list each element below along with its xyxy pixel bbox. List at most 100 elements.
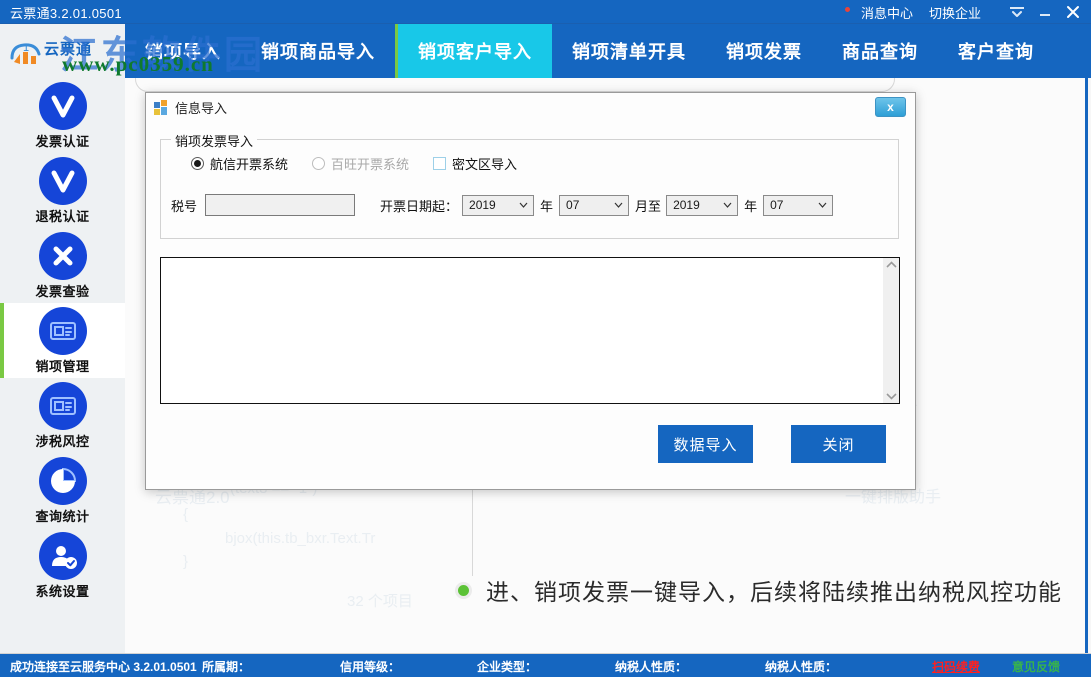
scroll-down-icon — [886, 392, 897, 400]
promo-text: 进、销项发票一键导入，后续将陆续推出纳税风控功能 — [486, 573, 1062, 607]
end-month-value: 07 — [764, 198, 783, 212]
ghost-text: { — [183, 506, 188, 523]
renew-link[interactable]: 扫码续费 — [932, 658, 980, 675]
v-badge-icon — [39, 82, 87, 130]
start-year-select[interactable]: 2019 — [462, 195, 534, 216]
content-panel-outline — [135, 78, 895, 92]
month-to-label: 月至 — [635, 196, 661, 215]
sidebar-item-涉税风控[interactable]: 涉税风控 — [0, 378, 125, 453]
logo-mark-icon: 1 — [6, 32, 46, 72]
group-legend: 销项发票导入 — [171, 131, 257, 150]
top-navigation: 销项导入 销项商品导入 销项客户导入 销项清单开具 销项发票 商品查询 客户查询 — [125, 24, 1091, 78]
sidebar-item-发票认证[interactable]: 发票认证 — [0, 78, 125, 153]
ghost-text: bjox(this.tb_bxr.Text.Tr — [225, 530, 375, 547]
scroll-up-icon — [886, 261, 897, 269]
minimize-icon[interactable] — [1031, 0, 1059, 24]
start-year-value: 2019 — [463, 198, 496, 212]
sidebar-item-发票查验[interactable]: 发票查验 — [0, 228, 125, 303]
chevron-down-icon — [818, 202, 827, 208]
sidebar-item-label: 退税认证 — [35, 206, 89, 225]
switch-company-link[interactable]: 切换企业 — [921, 3, 989, 22]
pie-chart-icon — [39, 457, 87, 505]
status-period-label: 所属期： — [202, 658, 250, 675]
import-source-options: 航信开票系统 百旺开票系统 密文区导入 — [191, 154, 517, 173]
tab-销项商品导入[interactable]: 销项商品导入 — [241, 24, 395, 78]
x-badge-icon — [39, 232, 87, 280]
tab-商品查询[interactable]: 商品查询 — [822, 24, 938, 78]
sidebar-item-label: 查询统计 — [35, 506, 89, 525]
message-center-link[interactable]: 消息中心 — [853, 3, 921, 22]
left-sidebar: 1 云票通 发票认证 退税认证 发票 — [0, 24, 125, 653]
bullet-dot-icon — [455, 582, 472, 599]
tab-销项清单开具[interactable]: 销项清单开具 — [552, 24, 706, 78]
feedback-link[interactable]: 意见反馈 — [1012, 658, 1060, 675]
dialog-close-button[interactable]: x — [875, 97, 906, 117]
app-logo: 1 云票通 — [0, 24, 125, 78]
id-card-icon — [39, 307, 87, 355]
sidebar-menu: 发票认证 退税认证 发票查验 — [0, 78, 125, 653]
import-dialog: 信息导入 x 销项发票导入 航信开票系统 百旺开票系统 密文区导入 — [145, 92, 916, 490]
end-month-select[interactable]: 07 — [763, 195, 833, 216]
tax-no-label: 税号 — [171, 196, 197, 215]
sidebar-item-label: 发票认证 — [35, 131, 89, 150]
year-unit-label: 年 — [540, 196, 553, 215]
notification-dot-icon — [845, 7, 850, 12]
sidebar-item-销项管理[interactable]: 销项管理 — [0, 303, 125, 378]
sidebar-item-label: 销项管理 — [35, 356, 89, 375]
sidebar-item-退税认证[interactable]: 退税认证 — [0, 153, 125, 228]
tab-客户查询[interactable]: 客户查询 — [938, 24, 1054, 78]
import-log-text[interactable] — [161, 258, 882, 403]
user-settings-icon — [39, 532, 87, 580]
close-icon[interactable] — [1059, 0, 1087, 24]
end-year-select[interactable]: 2019 — [666, 195, 738, 216]
status-connection: 成功连接至云服务中心 3.2.01.0501 — [10, 658, 197, 675]
sidebar-item-label: 涉税风控 — [35, 431, 89, 450]
window-controls: 消息中心 切换企业 — [845, 0, 1087, 24]
checkbox-label: 密文区导入 — [452, 154, 517, 173]
end-year-value: 2019 — [667, 198, 700, 212]
promo-connector-line — [472, 478, 473, 576]
import-log-box — [160, 257, 900, 404]
checkbox-密文区导入[interactable]: 密文区导入 — [433, 154, 517, 173]
start-month-select[interactable]: 07 — [559, 195, 629, 216]
sidebar-item-label: 发票查验 — [35, 281, 89, 300]
radio-航信开票系统[interactable]: 航信开票系统 — [191, 154, 288, 173]
date-range-label: 开票日期起： — [380, 196, 458, 215]
radio-label: 百旺开票系统 — [331, 154, 409, 173]
tax-and-date-row: 税号 开票日期起： 2019 年 07 月至 2019 年 — [171, 194, 898, 216]
tab-销项客户导入[interactable]: 销项客户导入 — [395, 24, 552, 78]
tax-no-input[interactable] — [205, 194, 355, 216]
import-log-scrollbar[interactable] — [882, 258, 899, 403]
start-month-value: 07 — [560, 198, 579, 212]
chevron-down-icon — [519, 202, 528, 208]
status-taxpayer-label-1: 纳税人性质： — [615, 658, 687, 675]
radio-indicator-icon — [191, 157, 204, 170]
year-unit-label-2: 年 — [744, 196, 757, 215]
status-taxpayer-label-2: 纳税人性质： — [765, 658, 837, 675]
dialog-title-bar: 信息导入 — [146, 93, 915, 121]
radio-label: 航信开票系统 — [210, 154, 288, 173]
window-app-icon — [154, 100, 168, 114]
chevron-down-icon[interactable] — [1003, 0, 1031, 24]
status-credit-label: 信用等级： — [340, 658, 400, 675]
sales-invoice-import-group: 销项发票导入 航信开票系统 百旺开票系统 密文区导入 税号 开票日期 — [160, 139, 899, 239]
radio-indicator-icon — [312, 157, 325, 170]
status-company-type-label: 企业类型： — [477, 658, 537, 675]
ghost-text: 32 个项目 — [347, 590, 413, 611]
dialog-title: 信息导入 — [175, 98, 227, 117]
sidebar-item-label: 系统设置 — [35, 581, 89, 600]
import-data-button[interactable]: 数据导入 — [658, 425, 753, 463]
sidebar-item-系统设置[interactable]: 系统设置 — [0, 528, 125, 603]
radio-百旺开票系统[interactable]: 百旺开票系统 — [312, 154, 409, 173]
promo-banner: 进、销项发票一键导入，后续将陆续推出纳税风控功能 — [455, 573, 1062, 607]
logo-text: 云票通 — [44, 38, 92, 59]
chevron-down-icon — [614, 202, 623, 208]
close-dialog-button[interactable]: 关闭 — [791, 425, 886, 463]
tab-销项导入[interactable]: 销项导入 — [125, 24, 241, 78]
application-window: 云票通2.0 (text8 == "1") { bjox(this.tb_bxr… — [0, 0, 1091, 677]
window-title-bar: 云票通3.2.01.0501 消息中心 切换企业 — [0, 0, 1091, 24]
window-title: 云票通3.2.01.0501 — [10, 3, 122, 22]
sidebar-item-查询统计[interactable]: 查询统计 — [0, 453, 125, 528]
tab-销项发票[interactable]: 销项发票 — [706, 24, 822, 78]
svg-text:1: 1 — [23, 42, 29, 54]
